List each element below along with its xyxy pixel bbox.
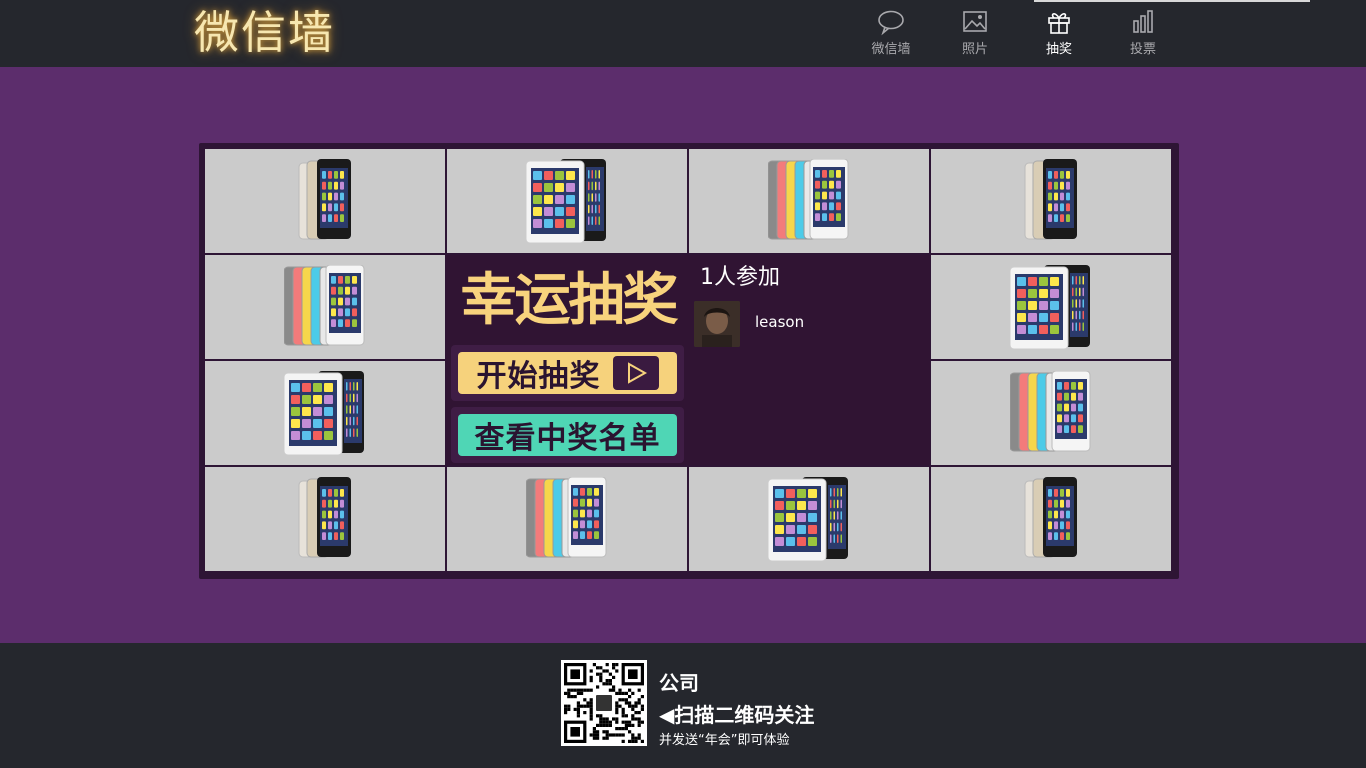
prize-cell <box>931 149 1171 253</box>
prize-cell <box>205 467 445 571</box>
start-button-frame: 开始抽奖 <box>451 345 684 401</box>
prize-cell <box>205 361 445 465</box>
prize-cell <box>689 467 929 571</box>
participant-count: 1人参加 <box>700 265 780 290</box>
iphone-5s-icon <box>298 159 351 240</box>
iphone-5s-icon <box>1024 159 1077 240</box>
avatar <box>694 301 740 347</box>
nav-label: 投票 <box>1129 42 1156 57</box>
ipod-touch-icon <box>768 159 849 240</box>
prize-cell <box>447 467 687 571</box>
prize-cell <box>205 149 445 253</box>
chat-bubble-icon <box>878 10 904 36</box>
nav-label: 照片 <box>961 42 988 57</box>
footer: 公司 ◀扫描二维码关注 并发送“年会”即可体验 <box>0 643 1366 768</box>
nav-item-wall[interactable]: 微信墙 <box>856 8 926 57</box>
send-keyword-text: 并发送“年会”即可体验 <box>659 733 790 748</box>
start-lottery-button[interactable]: 开始抽奖 <box>458 352 677 394</box>
gift-icon <box>1048 13 1070 34</box>
prize-cell <box>931 255 1171 359</box>
scan-qr-text: ◀扫描二维码关注 <box>659 703 815 727</box>
ipod-touch-icon <box>284 265 365 346</box>
iphone-5s-icon <box>298 477 351 558</box>
participant-name: leason <box>755 313 805 331</box>
ipod-touch-icon <box>526 477 607 558</box>
nav-label: 微信墙 <box>871 42 911 57</box>
ipad-mini-icon <box>526 159 606 243</box>
prize-cell <box>447 149 687 253</box>
top-indicator-line <box>1034 0 1310 2</box>
nav-item-photos[interactable]: 照片 <box>940 8 1010 57</box>
bar-chart-icon <box>1133 10 1153 33</box>
start-lottery-label: 开始抽奖 <box>476 359 601 394</box>
prize-cell <box>689 149 929 253</box>
top-bar: 微信墙 微信墙 照片 抽奖 投票 <box>0 0 1366 67</box>
iphone-5s-icon <box>1024 477 1077 558</box>
prize-cell <box>205 255 445 359</box>
nav-item-lottery[interactable]: 抽奖 <box>1024 8 1094 57</box>
prize-cell <box>931 361 1171 465</box>
company-name: 公司 <box>659 671 699 695</box>
view-winners-label: 查看中奖名单 <box>474 421 661 456</box>
view-winners-button[interactable]: 查看中奖名单 <box>458 414 677 456</box>
prize-cell <box>931 467 1171 571</box>
ipod-touch-icon <box>1010 371 1091 452</box>
ipad-mini-icon <box>768 477 848 561</box>
play-icon <box>612 356 659 390</box>
qr-code-icon <box>561 660 647 746</box>
nav-item-vote[interactable]: 投票 <box>1108 8 1178 57</box>
image-icon <box>963 11 987 32</box>
lottery-panel: 幸运抽奖 开始抽奖 查看中奖名单 1人参加 leason <box>446 255 930 465</box>
ipad-mini-icon <box>1010 265 1090 349</box>
lottery-title: 幸运抽奖 <box>460 268 679 333</box>
winners-button-frame: 查看中奖名单 <box>451 407 684 463</box>
nav-label: 抽奖 <box>1045 42 1072 57</box>
ipad-mini-icon <box>284 371 364 455</box>
logo: 微信墙 <box>194 6 336 59</box>
